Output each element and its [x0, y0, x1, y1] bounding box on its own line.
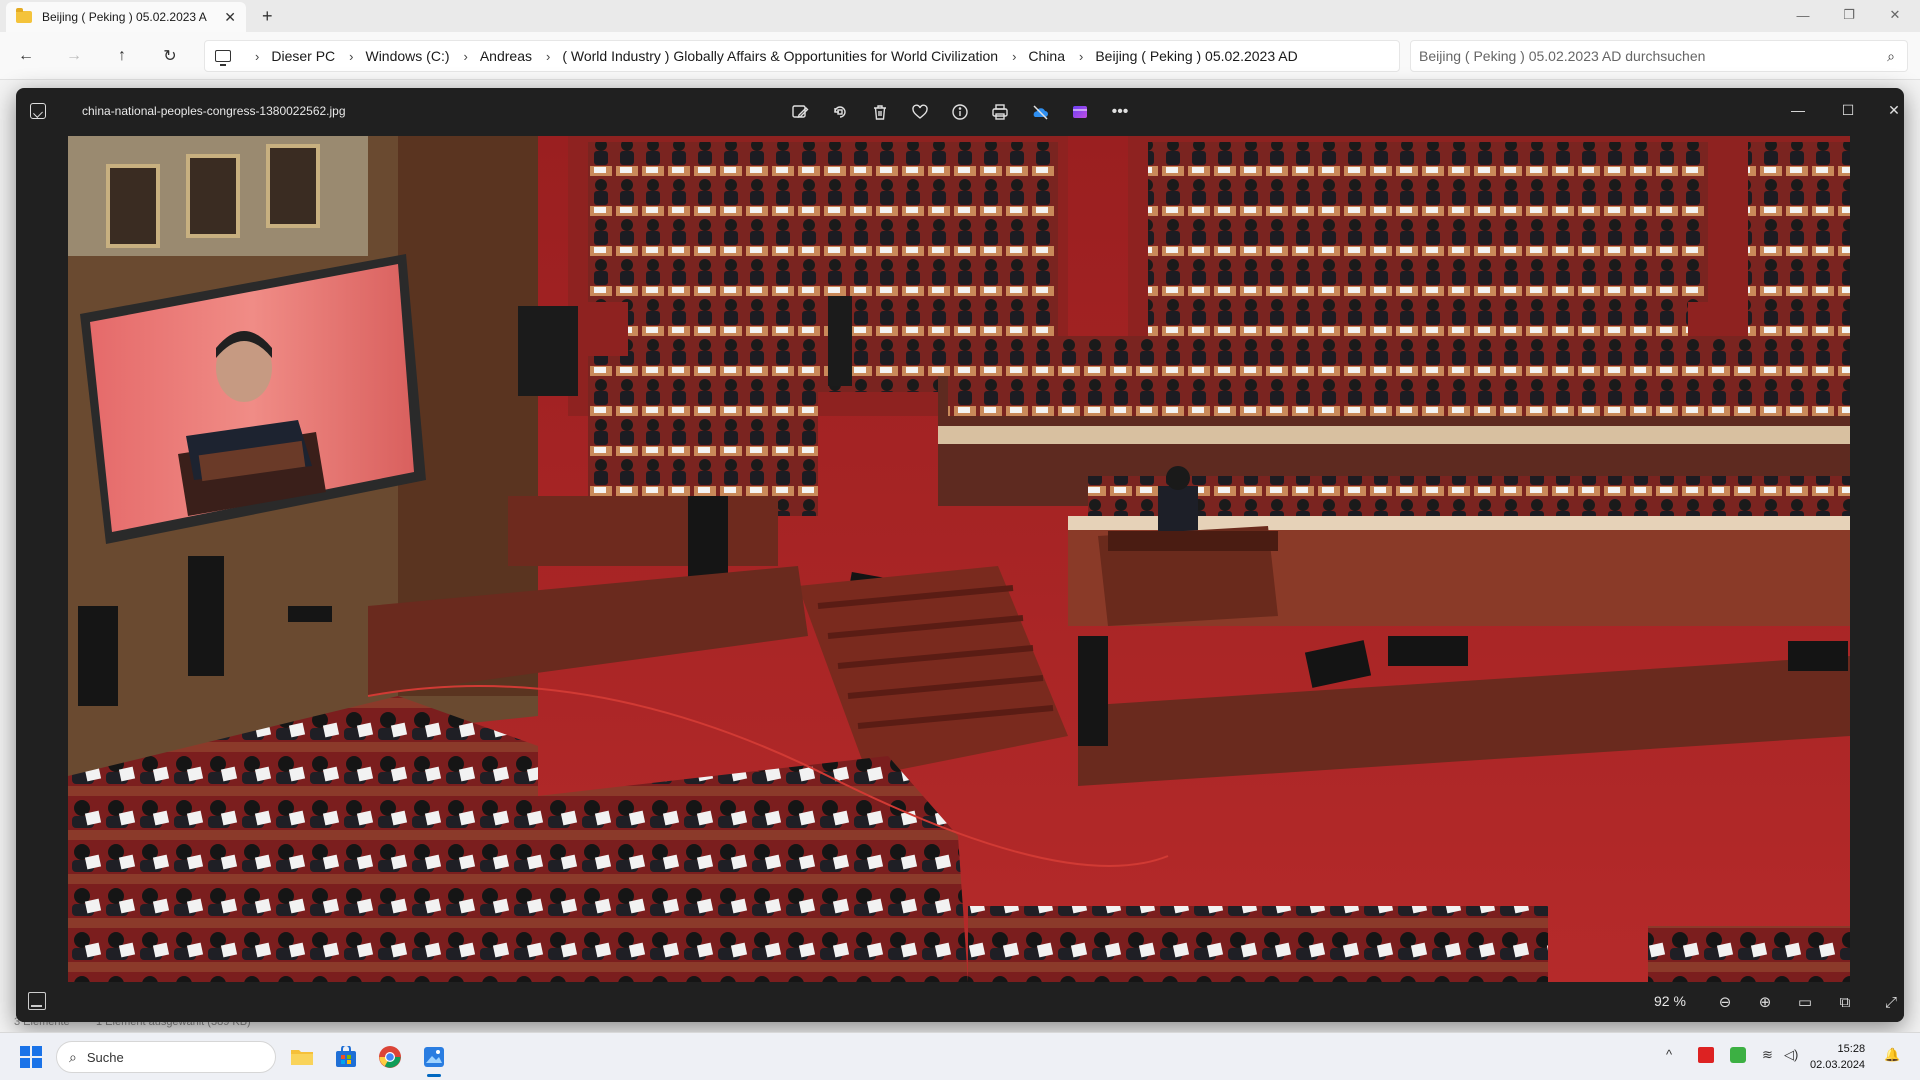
refresh-button[interactable]: ↻	[158, 44, 182, 68]
explorer-tabbar: Beijing ( Peking ) 05.02.2023 A ✕ + — ❐ …	[0, 0, 1920, 32]
photos-app-icon[interactable]	[418, 1041, 450, 1077]
maximize-button[interactable]: ❐	[1826, 0, 1872, 30]
up-button[interactable]: ↑	[110, 44, 134, 68]
zoom-in-icon[interactable]: ⊕	[1754, 991, 1776, 1013]
info-icon[interactable]	[946, 98, 974, 126]
breadcrumb-item[interactable]: Windows (C:)	[365, 48, 449, 64]
folder-icon	[16, 8, 32, 23]
photos-bottombar: 92 % ⊖ ⊕ ▭ ⧉ ⤢	[16, 982, 1904, 1022]
address-bar[interactable]: › Dieser PC › Windows (C:) › Andreas › (…	[204, 40, 1400, 72]
search-placeholder: Beijing ( Peking ) 05.02.2023 AD durchsu…	[1419, 48, 1706, 64]
photos-app-icon[interactable]	[30, 103, 46, 119]
photos-viewer-window: china-national-peoples-congress-13800225…	[16, 88, 1904, 1022]
windows-start-icon[interactable]	[20, 1046, 42, 1068]
new-tab-button[interactable]: +	[262, 6, 273, 27]
microsoft-store-icon[interactable]	[330, 1041, 362, 1073]
search-icon: ⌕	[69, 1048, 77, 1065]
photos-maximize-button[interactable]: ☐	[1826, 96, 1870, 124]
close-window-button[interactable]: ✕	[1872, 0, 1918, 30]
notification-bell-icon[interactable]: 🔔	[1884, 1047, 1900, 1063]
clock-time: 15:28	[1837, 1043, 1866, 1055]
taskbar-search-label: Suche	[86, 1049, 124, 1065]
computer-icon	[215, 50, 231, 66]
photo-image	[68, 136, 1850, 982]
print-icon[interactable]	[986, 98, 1014, 126]
taskbar: ⌕ Suche ^ ≋ ◁) 15:28 02.03.2024 🔔	[0, 1032, 1920, 1080]
minimize-button[interactable]: —	[1780, 0, 1826, 30]
tab-title: Beijing ( Peking ) 05.02.2023 A	[42, 10, 207, 24]
photo-toolbar: •••	[786, 98, 1134, 126]
system-clock[interactable]: 15:28 02.03.2024	[1810, 1041, 1865, 1073]
search-icon: ⌕	[1887, 48, 1895, 64]
explorer-navbar: ← → ↑ ↻ › Dieser PC › Windows (C:) › And…	[0, 32, 1920, 80]
acrobat-tray-icon[interactable]	[1698, 1047, 1714, 1063]
chrome-icon[interactable]	[374, 1041, 406, 1073]
clock-date: 02.03.2024	[1810, 1059, 1866, 1071]
chevron-right-icon[interactable]: ›	[546, 49, 550, 64]
search-input[interactable]: Beijing ( Peking ) 05.02.2023 AD durchsu…	[1410, 40, 1908, 72]
more-icon[interactable]: •••	[1106, 98, 1134, 126]
photos-titlebar: china-national-peoples-congress-13800225…	[16, 88, 1904, 136]
breadcrumb-item[interactable]: China	[1028, 48, 1065, 64]
chevron-right-icon[interactable]: ›	[464, 49, 468, 64]
taskbar-search[interactable]: ⌕ Suche	[56, 1041, 276, 1073]
photo-filename: china-national-peoples-congress-13800225…	[82, 104, 346, 118]
breadcrumb-item[interactable]: Andreas	[480, 48, 532, 64]
delete-icon[interactable]	[866, 98, 894, 126]
chevron-right-icon[interactable]: ›	[1079, 49, 1083, 64]
volume-icon[interactable]: ◁)	[1784, 1047, 1798, 1063]
rotate-icon[interactable]	[826, 98, 854, 126]
chevron-right-icon[interactable]: ›	[1012, 49, 1016, 64]
clipchamp-icon[interactable]	[1066, 98, 1094, 126]
close-tab-icon[interactable]: ✕	[224, 9, 236, 26]
edit-image-icon[interactable]	[786, 98, 814, 126]
actual-size-icon[interactable]: ⧉	[1834, 991, 1856, 1013]
zoom-level: 92 %	[1654, 993, 1686, 1009]
breadcrumb-item[interactable]: Dieser PC	[271, 48, 335, 64]
fit-to-window-icon[interactable]: ▭	[1794, 991, 1816, 1013]
security-tray-icon[interactable]	[1730, 1047, 1746, 1063]
filmstrip-icon[interactable]	[28, 992, 46, 1010]
onedrive-icon[interactable]	[1026, 98, 1054, 126]
wifi-icon[interactable]: ≋	[1762, 1047, 1773, 1063]
chevron-up-icon[interactable]: ^	[1666, 1047, 1672, 1062]
fullscreen-icon[interactable]: ⤢	[1880, 991, 1902, 1013]
favorite-icon[interactable]	[906, 98, 934, 126]
back-button[interactable]: ←	[14, 44, 38, 68]
congress-hall-photo	[68, 136, 1850, 982]
photos-close-button[interactable]: ✕	[1872, 96, 1904, 124]
photos-minimize-button[interactable]: —	[1776, 96, 1820, 124]
explorer-tab[interactable]: Beijing ( Peking ) 05.02.2023 A ✕	[6, 2, 246, 32]
chevron-right-icon[interactable]: ›	[349, 49, 353, 64]
breadcrumb-item[interactable]: Beijing ( Peking ) 05.02.2023 AD	[1095, 48, 1297, 64]
breadcrumb-item[interactable]: ( World Industry ) Globally Affairs & Op…	[562, 48, 998, 64]
forward-button[interactable]: →	[62, 44, 86, 68]
zoom-out-icon[interactable]: ⊖	[1714, 991, 1736, 1013]
file-explorer-icon[interactable]	[286, 1041, 318, 1073]
chevron-right-icon[interactable]: ›	[255, 49, 259, 64]
